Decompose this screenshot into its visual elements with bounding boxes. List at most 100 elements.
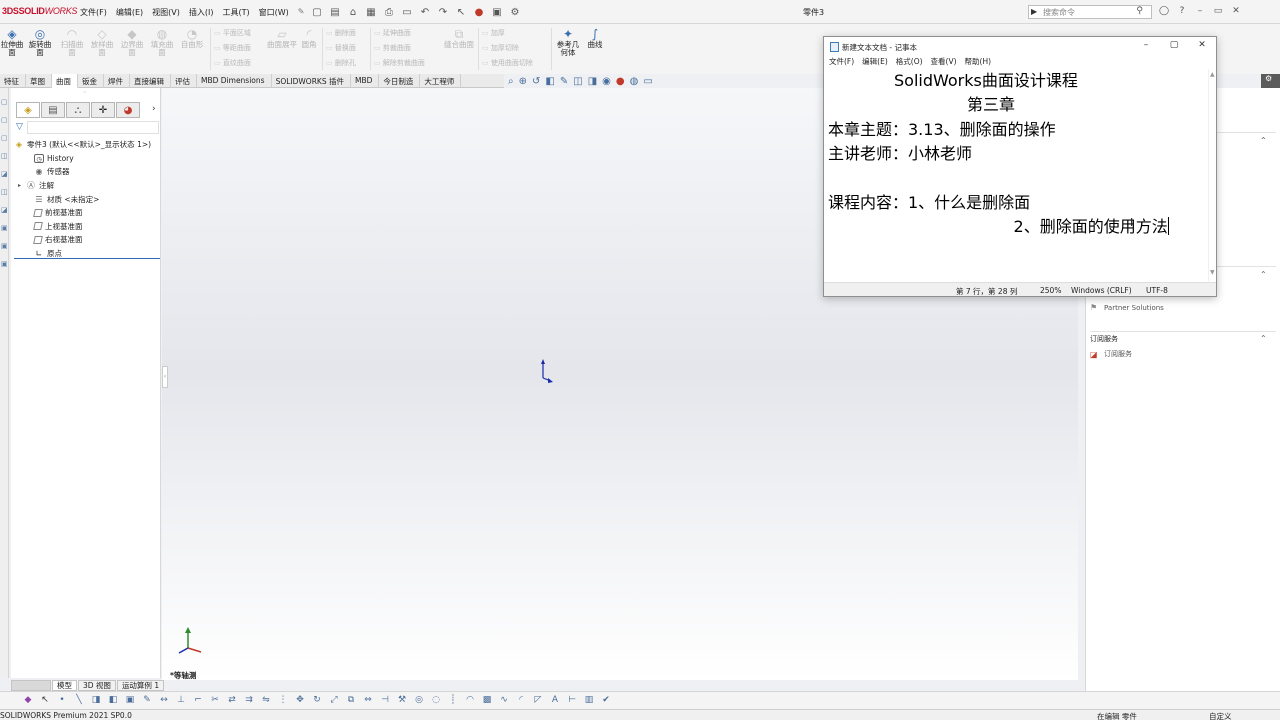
tree-item-sensors[interactable]: ◉ 传感器 [14, 165, 160, 179]
strip-tool-icon[interactable]: ▣ [1, 242, 8, 250]
chamfer-icon[interactable]: ◸ [532, 695, 544, 705]
tab-mbd[interactable]: MBD [351, 74, 380, 88]
save-icon[interactable]: ▦ [364, 5, 378, 19]
tab-features[interactable]: 特征 [0, 74, 26, 88]
edit-icon[interactable]: ✎ [141, 695, 153, 705]
partner-solutions-link[interactable]: ⚑ Partner Solutions [1090, 303, 1164, 312]
strip-tool-icon[interactable]: ◪ [1, 170, 8, 178]
mass-icon[interactable]: ▥ [583, 695, 595, 705]
box-icon[interactable]: ◨ [90, 695, 102, 705]
help-icon[interactable]: ? [1176, 5, 1188, 17]
corner-icon[interactable]: ⌐ [192, 695, 204, 705]
freeform-button[interactable]: ◔ 自由形 [178, 27, 206, 49]
extend-surface-button[interactable]: 延伸曲面 [374, 28, 411, 38]
replace-face-button[interactable]: 替换面 [326, 43, 356, 53]
panel-grip-icon[interactable]: ◦ [83, 89, 87, 96]
stretch-icon[interactable]: ⇔ [362, 695, 374, 705]
propertymanager-tab-icon[interactable]: ▤ [41, 102, 65, 118]
notepad-vertical-scrollbar[interactable]: ▲ ▼ [1208, 69, 1216, 281]
boundary-surface-button[interactable]: ◆ 边界曲面 [118, 27, 146, 57]
notepad-menu-file[interactable]: 文件(F) [829, 56, 854, 68]
cut-with-surface-button[interactable]: 使用曲面切除 [482, 58, 533, 68]
check-icon[interactable]: ✔ [600, 695, 612, 705]
display-style-icon[interactable]: ◨ [588, 76, 597, 87]
tab-motion-study[interactable]: 运动算例 1 [116, 680, 165, 691]
fillet-sketch-icon[interactable]: ◜ [515, 695, 527, 705]
split-icon[interactable]: ⊣ [379, 695, 391, 705]
solidworks-logo[interactable]: 3DSSOLIDWORKS [2, 6, 77, 16]
menu-insert[interactable]: 插入(I) [189, 7, 214, 18]
rotate-icon[interactable]: ↻ [311, 695, 323, 705]
convert-icon[interactable]: ⇄ [226, 695, 238, 705]
new-document-icon[interactable]: ▢ [310, 5, 324, 19]
construction-icon[interactable]: ◌ [430, 695, 442, 705]
strip-tool-icon[interactable]: ▢ [1, 98, 8, 106]
extrude-surface-button[interactable]: ◈ 拉伸曲面 [0, 27, 24, 57]
ruled-surface-button[interactable]: 直纹曲面 [214, 58, 251, 68]
print-icon[interactable]: ⎙ [382, 5, 396, 19]
strip-tool-icon[interactable]: ◫ [1, 188, 8, 196]
menu-window[interactable]: 窗口(W) [259, 7, 289, 18]
strip-tool-icon[interactable]: ▣ [1, 224, 8, 232]
surface-flatten-button[interactable]: ▱ 曲面展平 [266, 27, 298, 49]
minimize-icon[interactable]: – [1194, 5, 1206, 17]
tree-root-part[interactable]: ◈ 零件3 (默认<<默认>_显示状态 1>) [14, 138, 160, 152]
trim-icon[interactable]: ✂ [209, 695, 221, 705]
pin-icon[interactable]: ✎ [298, 7, 305, 18]
repair-icon[interactable]: ⚒ [396, 695, 408, 705]
search-commands-input[interactable]: ▶ 搜索命令 ⚲ [1028, 5, 1152, 19]
tree-item-right-plane[interactable]: 右视基准面 [14, 233, 160, 247]
origin-marker-icon[interactable] [537, 358, 557, 384]
task-pane-settings-icon[interactable]: ⚙ [1265, 74, 1272, 83]
tab-sheet-metal[interactable]: 钣金 [78, 74, 104, 88]
centerline-icon[interactable]: ┊ [447, 695, 459, 705]
trim-surface-button[interactable]: 剪裁曲面 [374, 43, 411, 53]
dynamic-annotation-icon[interactable]: ✎ [560, 76, 568, 87]
filter-icon[interactable]: ▽ [16, 122, 23, 132]
collapse-section-icon[interactable]: ⌃ [1260, 136, 1267, 145]
zoom-area-icon[interactable]: ⊕ [519, 76, 527, 87]
dimension-icon[interactable]: ↔ [158, 695, 170, 705]
configurationmanager-tab-icon[interactable]: ⛬ [66, 102, 90, 118]
strip-tool-icon[interactable]: ◪ [1, 206, 8, 214]
shaded-icon[interactable]: ◧ [107, 695, 119, 705]
fill-surface-button[interactable]: ◍ 填充曲面 [148, 27, 176, 57]
scale-icon[interactable]: ⤢ [328, 695, 340, 705]
edit-appearance-icon[interactable]: ● [616, 76, 625, 87]
loft-surface-button[interactable]: ◇ 放样曲面 [88, 27, 116, 57]
previous-view-icon[interactable]: ↺ [532, 76, 540, 87]
reference-geometry-button[interactable]: ✦ 参考几何体 [554, 27, 582, 57]
thicken-button[interactable]: 加厚 [482, 28, 505, 38]
measure-icon[interactable]: ⊢ [566, 695, 578, 705]
copy-icon[interactable]: ⧉ [345, 695, 357, 705]
fillet-button[interactable]: ◜ 圆角 [298, 27, 320, 49]
tab-direct-editing[interactable]: 直接编辑 [130, 74, 171, 88]
select-arrow-icon[interactable]: ↖ [454, 5, 468, 19]
tree-item-top-plane[interactable]: 上视基准面 [14, 220, 160, 234]
tab-model[interactable]: 模型 [52, 680, 77, 691]
pattern-icon[interactable]: ⋮ [277, 695, 289, 705]
undo-icon[interactable]: ↶ [418, 5, 432, 19]
notepad-title-bar[interactable]: 新建文本文档 - 记事本 – ▢ ✕ [824, 37, 1216, 56]
delete-hole-button[interactable]: 删除孔 [326, 58, 356, 68]
strip-tool-icon[interactable]: ◫ [1, 152, 8, 160]
offset-icon[interactable]: ⇉ [243, 695, 255, 705]
tab-solidworks-addins[interactable]: SOLIDWORKS 插件 [272, 74, 351, 88]
strip-tool-icon[interactable]: ▢ [1, 134, 8, 142]
section-view-icon[interactable]: ◧ [545, 76, 554, 87]
rebuild-icon[interactable]: ● [472, 5, 486, 19]
tab-scrollbar[interactable] [11, 680, 51, 691]
spline-icon[interactable]: ∿ [498, 695, 510, 705]
open-folder-icon[interactable]: ▤ [328, 5, 342, 19]
file-properties-icon[interactable]: ▣ [490, 5, 504, 19]
tab-mbd-dimensions[interactable]: MBD Dimensions [197, 74, 272, 88]
point-icon[interactable]: • [56, 695, 68, 705]
subscription-services-link[interactable]: ◪ 订阅服务 [1090, 349, 1132, 359]
tree-filter-input[interactable] [27, 121, 159, 134]
expand-arrow-icon[interactable]: ▸ [18, 182, 26, 189]
scroll-down-icon[interactable]: ▼ [1210, 269, 1215, 276]
hide-show-items-icon[interactable]: ◉ [602, 76, 611, 87]
strip-tool-icon[interactable]: ▢ [1, 116, 8, 124]
tab-3d-views[interactable]: 3D 视图 [78, 680, 116, 691]
text-icon[interactable]: A [549, 695, 561, 705]
